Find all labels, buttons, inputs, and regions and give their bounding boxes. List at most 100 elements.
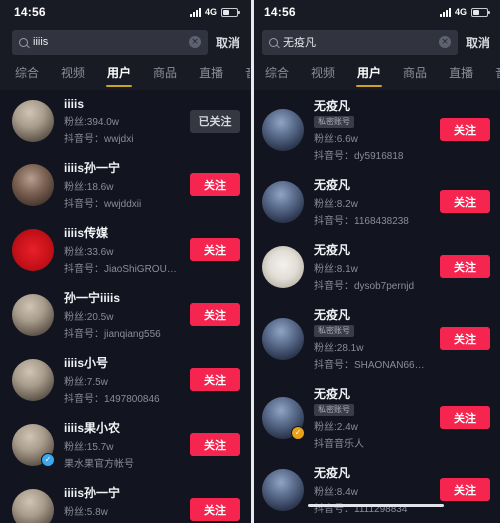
user-fans-count: 粉丝:8.4w: [314, 487, 358, 498]
user-list-item[interactable]: 无疫凡 粉丝:8.4w 抖音号：1111298834 关注: [250, 457, 500, 522]
avatar-image: [12, 163, 54, 206]
follow-button[interactable]: 关注: [190, 368, 240, 391]
avatar[interactable]: ✓: [12, 423, 55, 467]
avatar[interactable]: [262, 245, 304, 288]
user-account-id: 抖音号：SHAONAN668888: [314, 360, 430, 371]
signal-icon: [439, 7, 451, 17]
tab-3[interactable]: 商品: [142, 60, 188, 90]
user-fans-count: 粉丝:28.1w: [314, 343, 364, 354]
search-icon: [269, 37, 278, 47]
user-list-item[interactable]: 无疫凡 粉丝:8.2w 抖音号：1168438238 关注: [250, 169, 500, 234]
follow-button[interactable]: 关注: [190, 498, 240, 521]
user-account-id: 果水果官方帐号: [64, 459, 134, 470]
user-name: 无疫凡: [314, 99, 351, 113]
followed-button[interactable]: 已关注: [190, 109, 240, 133]
avatar[interactable]: [12, 358, 54, 401]
follow-button[interactable]: 关注: [440, 327, 490, 350]
avatar[interactable]: [12, 488, 54, 523]
follow-button[interactable]: 关注: [440, 118, 490, 141]
search-input[interactable]: iiiis ×: [12, 29, 208, 55]
status-time: 14:56: [264, 5, 296, 19]
network-type-label: 4G: [204, 7, 217, 17]
avatar[interactable]: [12, 228, 54, 271]
follow-button[interactable]: 关注: [190, 173, 240, 196]
tab-4[interactable]: 直播: [188, 60, 234, 90]
tab-2[interactable]: 用户: [96, 60, 142, 90]
follow-button[interactable]: 关注: [190, 303, 240, 326]
tab-1[interactable]: 视频: [50, 60, 96, 90]
tab-0[interactable]: 综合: [254, 60, 300, 90]
verified-gold-icon: ✓: [291, 425, 305, 440]
avatar-image: [12, 293, 54, 336]
clear-icon[interactable]: ×: [188, 36, 201, 48]
network-type-label: 4G: [454, 7, 467, 17]
user-name: iiiis孙一宁: [64, 161, 121, 175]
user-list-item[interactable]: iiiis孙一宁 粉丝:5.8w 抖音号：iiiissun 关注: [0, 477, 250, 523]
follow-button[interactable]: 关注: [190, 238, 240, 261]
avatar[interactable]: [262, 180, 304, 223]
tab-5[interactable]: 音: [484, 60, 500, 90]
tab-4[interactable]: 直播: [438, 60, 484, 90]
user-list-item[interactable]: iiiis传媒 粉丝:33.6w 抖音号：JiaoShiGROUP.GS 关注: [0, 217, 250, 282]
follow-button[interactable]: 关注: [440, 406, 490, 429]
search-icon: [19, 37, 28, 47]
user-list-item[interactable]: ✓ iiiis果小农 粉丝:15.7w 果水果官方帐号 关注: [0, 412, 250, 477]
tab-2[interactable]: 用户: [346, 60, 392, 90]
battery-icon: [471, 7, 490, 17]
clear-icon[interactable]: ×: [438, 36, 451, 48]
avatar-image: [262, 468, 304, 511]
tab-label: 商品: [403, 66, 428, 80]
follow-button[interactable]: 关注: [440, 478, 490, 501]
tab-3[interactable]: 商品: [392, 60, 438, 90]
avatar-image: [12, 358, 54, 401]
user-name: iiiis传媒: [64, 226, 109, 240]
user-fans-count: 粉丝:8.1w: [314, 264, 358, 275]
user-list-item[interactable]: iiiis孙一宁 粉丝:18.6w 抖音号：wwjddxii 关注: [0, 152, 250, 217]
user-result-list[interactable]: iiiis 粉丝:394.0w 抖音号：wwjdxi 已关注 iiiis孙一宁: [0, 90, 250, 523]
user-account-id: 抖音号：dy5916818: [314, 151, 404, 162]
user-info: iiiis 粉丝:394.0w 抖音号：wwjdxi: [64, 97, 180, 145]
user-list-item[interactable]: 孙一宁iiiis 粉丝:20.5w 抖音号：jianqiang556 关注: [0, 282, 250, 347]
status-indicators: 4G: [439, 7, 490, 17]
avatar[interactable]: [12, 293, 54, 336]
tab-label: 综合: [265, 66, 290, 80]
user-name: 无疫凡: [314, 178, 351, 192]
follow-button[interactable]: 关注: [190, 433, 240, 456]
avatar-image: [262, 108, 304, 151]
follow-button[interactable]: 关注: [440, 255, 490, 278]
avatar[interactable]: ✓: [262, 396, 305, 440]
avatar[interactable]: [12, 163, 54, 206]
tab-label: 用户: [107, 66, 132, 80]
user-info: 无疫凡 粉丝:8.1w 抖音号：dysob7pernjd: [314, 241, 430, 292]
avatar[interactable]: [12, 100, 54, 142]
user-info: 无疫凡 私密账号 粉丝:6.6w 抖音号：dy5916818: [314, 97, 430, 162]
avatar[interactable]: [262, 468, 304, 511]
user-list-item[interactable]: iiiis小号 粉丝:7.5w 抖音号：1497800846 关注: [0, 347, 250, 412]
user-name: 无疫凡: [314, 243, 351, 257]
cancel-button[interactable]: 取消: [466, 34, 492, 51]
user-account-id: 抖音号：dysob7pernjd: [314, 281, 415, 292]
avatar[interactable]: [262, 108, 304, 151]
user-result-list[interactable]: 无疫凡 私密账号 粉丝:6.6w 抖音号：dy5916818 关注 无疫凡 粉丝…: [250, 90, 500, 523]
search-input[interactable]: 无疫凡 ×: [262, 29, 458, 55]
avatar[interactable]: [262, 317, 304, 360]
follow-button[interactable]: 关注: [440, 190, 490, 213]
cancel-button[interactable]: 取消: [216, 34, 242, 51]
user-name: 无疫凡: [314, 466, 351, 480]
category-tabs: 综合 视频 用户 商品 直播 音: [250, 60, 500, 90]
status-bar: 14:56 4G: [250, 0, 500, 24]
user-list-item[interactable]: 无疫凡 粉丝:8.1w 抖音号：dysob7pernjd 关注: [250, 234, 500, 299]
user-list-item[interactable]: 无疫凡 私密账号 粉丝:28.1w 抖音号：SHAONAN668888 关注: [250, 299, 500, 378]
user-list-item[interactable]: iiiis 粉丝:394.0w 抖音号：wwjdxi 已关注: [0, 90, 250, 152]
user-list-item[interactable]: 无疫凡 私密账号 粉丝:6.6w 抖音号：dy5916818 关注: [250, 90, 500, 169]
user-name: 无疫凡: [314, 387, 351, 401]
scroll-position-indicator[interactable]: [308, 504, 444, 507]
avatar-image: [12, 228, 54, 271]
user-list-item[interactable]: ✓ 无疫凡 私密账号 粉丝:2.4w 抖音音乐人 关注: [250, 378, 500, 457]
user-name: iiiis孙一宁: [64, 486, 121, 500]
tab-0[interactable]: 综合: [4, 60, 50, 90]
user-account-id: 抖音号：jianqiang556: [64, 329, 161, 340]
tab-1[interactable]: 视频: [300, 60, 346, 90]
avatar-image: [262, 180, 304, 223]
tab-5[interactable]: 音: [234, 60, 250, 90]
